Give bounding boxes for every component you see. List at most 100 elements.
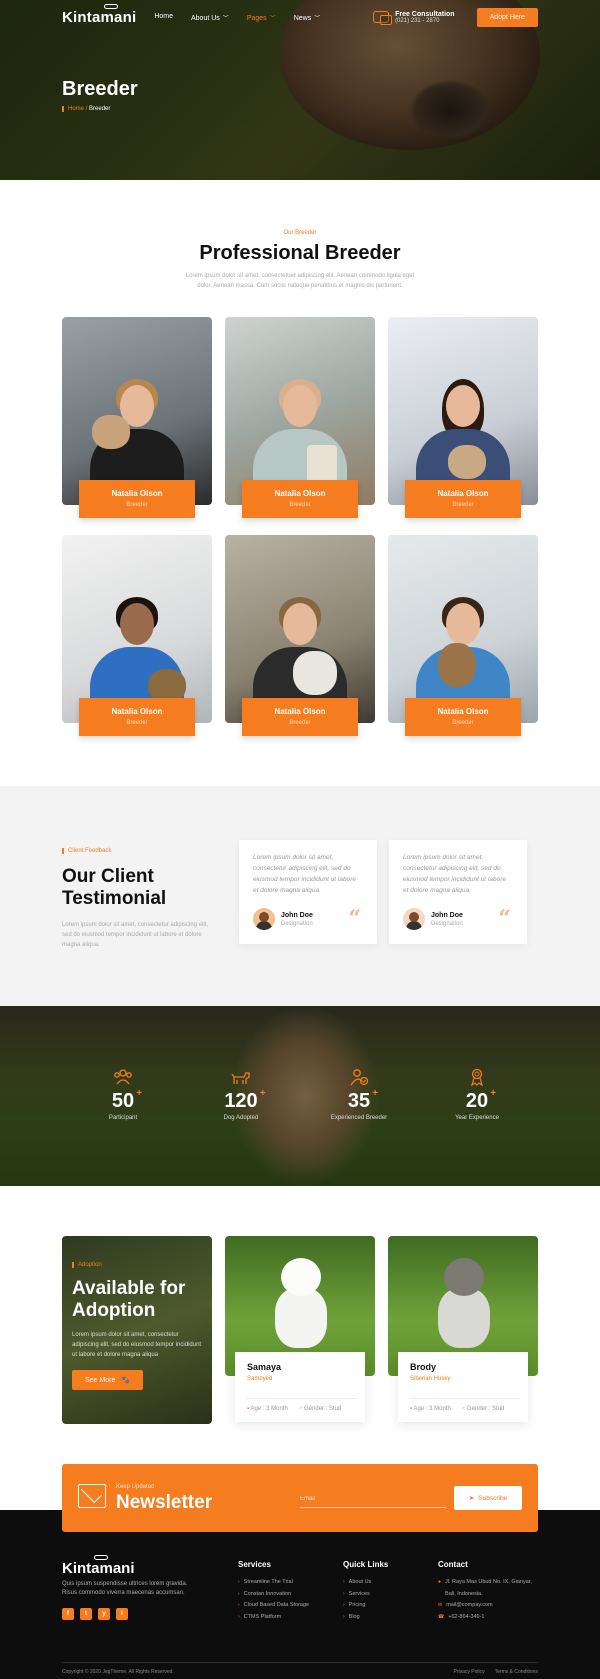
link-label: About Us	[348, 1579, 372, 1585]
stat-number: 20	[465, 1090, 489, 1112]
breeder-subtitle: Lorem ipsum dolor sit amet, consectetuer…	[185, 273, 415, 289]
newsletter-title: Newsletter	[116, 1492, 213, 1513]
nav-item-pages[interactable]: Pages ﹀	[247, 13, 276, 22]
location-pin-icon: ●	[438, 1579, 442, 1585]
breadcrumb-home[interactable]: Home	[62, 106, 85, 112]
dog-head	[444, 1258, 484, 1296]
contact-phone[interactable]: ☎ +62-864-349-1	[438, 1612, 538, 1624]
facebook-icon[interactable]: f	[62, 1608, 74, 1620]
breeder-card[interactable]: Natalia Olson Breeder	[225, 317, 375, 518]
contact-email[interactable]: ✉ mail@compay.com	[438, 1600, 538, 1612]
breeder-card[interactable]: Natalia Olson Breeder	[62, 535, 212, 736]
breeder-role: Breeder	[452, 720, 474, 726]
breeder-role: Breeder	[452, 502, 474, 508]
stat-label: Experienced Breeder	[330, 1115, 388, 1121]
subscribe-button[interactable]: ➤ Subscribe	[454, 1486, 522, 1510]
breeder-card[interactable]: Natalia Olson Breeder	[388, 535, 538, 736]
stat-number: 50	[111, 1090, 135, 1112]
chat-bubbles-icon	[373, 11, 393, 25]
breeder-eyebrow: Our Breeder	[283, 230, 317, 236]
send-icon: ➤	[468, 1495, 475, 1502]
social-links: f t y i	[62, 1608, 128, 1620]
arrow-icon: ›	[343, 1590, 345, 1597]
breeder-card[interactable]: Natalia Olson Breeder	[225, 535, 375, 736]
footer-link[interactable]: › CTMS Platform	[238, 1612, 309, 1624]
footer-link[interactable]: › Cloud Based Data Storage	[238, 1600, 309, 1612]
pet-meta: ▪ Age : 3 Month ♂ Gender : Stud	[247, 1398, 357, 1412]
dog-body	[275, 1288, 327, 1348]
terms-link[interactable]: Terms & Conditions	[495, 1669, 538, 1675]
nav-item-home[interactable]: Home	[154, 13, 173, 22]
stat-number: 35	[347, 1090, 371, 1112]
breeder-photo	[225, 317, 375, 505]
breadcrumb-separator: /	[85, 106, 88, 112]
footer-description: Quis ipsum suspendisse ultrices lorem gr…	[62, 1581, 188, 1596]
adopt-here-button[interactable]: Adopt Here	[476, 7, 538, 27]
quote-icon: “	[348, 906, 361, 932]
twitter-icon[interactable]: t	[80, 1608, 92, 1620]
youtube-icon[interactable]: y	[98, 1608, 110, 1620]
link-label: Services	[348, 1590, 370, 1597]
phone-text: +62-864-349-1	[448, 1613, 485, 1620]
page-title: Breeder	[62, 78, 138, 100]
nav-item-about[interactable]: About Us ﹀	[191, 13, 229, 22]
pet-card[interactable]: Samaya Samoyed ▪ Age : 3 Month ♂ Gender …	[225, 1236, 375, 1424]
husky-puppy	[436, 1258, 492, 1348]
chevron-down-icon: ﹀	[314, 15, 321, 22]
testimonial-author: John Doe Designation	[403, 908, 463, 930]
footer-link[interactable]: › Constan Innovation	[238, 1589, 309, 1601]
footer-bottom-bar: Copyright © 2020 JegTheme. All Rights Re…	[62, 1662, 538, 1675]
contact-address: ● Jl. Raya Mas Ubud No. IX, Gianyar, Bali…	[438, 1577, 538, 1600]
title-line: Testimonial	[62, 888, 167, 909]
footer-link[interactable]: › Services	[343, 1589, 388, 1601]
pet-card[interactable]: Brody Siberian Husky ▪ Age : 3 Month ♂ G…	[388, 1236, 538, 1424]
footer-link[interactable]: › Streamline The Trial	[238, 1577, 309, 1589]
pet-age: ▪ Age : 3 Month	[247, 1406, 288, 1412]
face	[283, 385, 317, 427]
footer-link[interactable]: › Pricing	[343, 1600, 388, 1612]
stat-value: 50 +	[111, 1088, 142, 1113]
breeder-card[interactable]: Natalia Olson Breeder	[62, 317, 212, 518]
arrow-icon: ›	[343, 1613, 345, 1620]
nav-label: About Us	[191, 14, 220, 22]
breeder-card[interactable]: Natalia Olson Breeder	[388, 317, 538, 518]
breeder-name-tag: Natalia Olson Breeder	[242, 698, 358, 736]
copyright: Copyright © 2020 JegTheme. All Rights Re…	[62, 1669, 174, 1675]
mail-icon: ✉	[438, 1602, 443, 1608]
see-more-button[interactable]: See More 🐾	[72, 1370, 144, 1390]
footer-link[interactable]: › Blog	[343, 1612, 388, 1624]
instagram-icon[interactable]: i	[116, 1608, 128, 1620]
privacy-policy-link[interactable]: Privacy Policy	[454, 1669, 485, 1675]
footer-link[interactable]: › About Us	[343, 1577, 388, 1589]
author-info: John Doe Designation	[431, 912, 463, 927]
breeder-name: Natalia Olson	[437, 489, 489, 498]
stat-label: Participant	[108, 1115, 138, 1121]
pet-age-text: Age : 3 Month	[413, 1406, 451, 1412]
stats-section: 50 + Participant 120 + Dog Adopted 35 + Exp…	[0, 1006, 600, 1186]
consult-phone: (021) 231 - 2870	[395, 17, 440, 24]
free-consultation[interactable]: Free Consultation (021) 231 - 2870	[373, 11, 455, 25]
pet-info: Samaya Samoyed ▪ Age : 3 Month ♂ Gender …	[235, 1352, 365, 1422]
breeder-role: Breeder	[126, 502, 148, 508]
chevron-down-icon: ﹀	[269, 15, 276, 22]
white-dog	[293, 651, 337, 695]
dog-body	[438, 1288, 490, 1348]
breeder-name: Natalia Olson	[274, 489, 326, 498]
testimonial-text: Lorem ipsum dolor sit amet, consectetur …	[62, 922, 209, 948]
breeder-photo	[225, 535, 375, 723]
face	[120, 603, 154, 645]
breeder-section: Our Breeder Professional Breeder Lorem i…	[0, 230, 600, 291]
nav-item-news[interactable]: News ﹀	[294, 13, 321, 22]
newsletter-email-input[interactable]	[300, 1490, 446, 1508]
footer-logo[interactable]: Kintamani	[62, 1555, 135, 1577]
adoption-eyebrow: Adoption	[72, 1262, 202, 1268]
breeder-name-tag: Natalia Olson Breeder	[79, 698, 195, 736]
breeder-role: Breeder	[289, 720, 311, 726]
face	[283, 603, 317, 645]
breeder-name: Natalia Olson	[437, 707, 489, 716]
link-label: CTMS Platform	[243, 1613, 282, 1620]
site-logo[interactable]: Kintamani	[62, 3, 136, 26]
breeder-name-tag: Natalia Olson Breeder	[405, 480, 521, 518]
pet-name: Brody	[410, 1362, 437, 1372]
author-designation: Designation	[281, 920, 313, 927]
